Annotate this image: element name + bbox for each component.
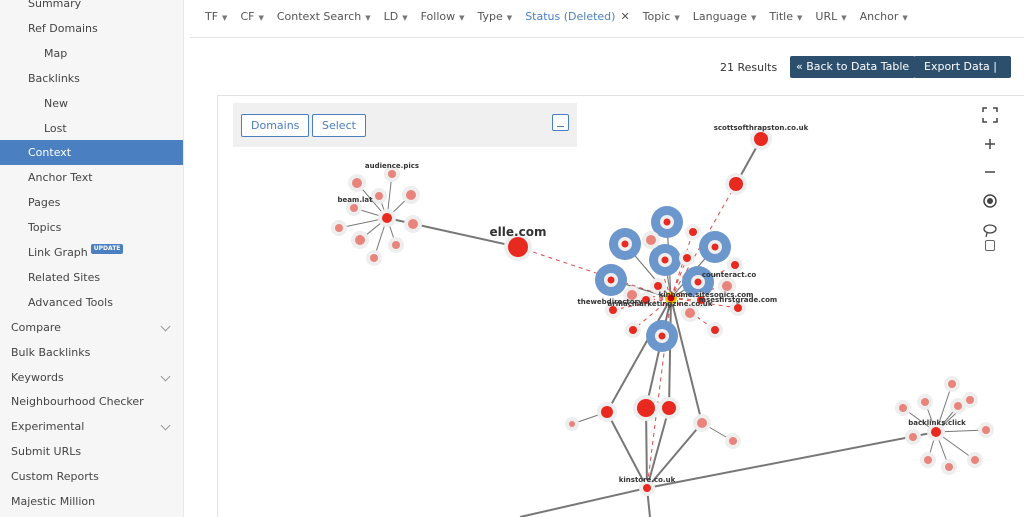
graph-edge-deleted xyxy=(517,246,672,299)
graph-node[interactable] xyxy=(899,404,907,412)
center-target-icon[interactable] xyxy=(982,193,998,209)
zoom-in-icon[interactable] xyxy=(982,136,998,152)
graph-node-beam[interactable] xyxy=(382,213,392,223)
node-label[interactable]: audience.pics xyxy=(365,162,419,170)
graph-node[interactable] xyxy=(683,254,691,262)
graph-node[interactable] xyxy=(350,204,358,212)
link-graph: scottsofthrapston.co.uk elle.com audience.… xyxy=(331,124,994,517)
graph-node[interactable] xyxy=(388,170,396,178)
node-label[interactable]: elle.com xyxy=(490,225,547,239)
node-label[interactable]: scottsofthrapston.co.uk xyxy=(714,124,809,132)
graph-node-elle[interactable] xyxy=(508,237,528,257)
node-core[interactable] xyxy=(658,332,666,340)
node-core[interactable] xyxy=(661,256,669,264)
graph-node[interactable] xyxy=(729,177,743,191)
graph-node[interactable] xyxy=(654,282,662,290)
graph-node[interactable] xyxy=(601,406,613,418)
graph-node[interactable] xyxy=(734,304,742,312)
graph-node[interactable] xyxy=(697,418,707,428)
node-label[interactable]: armacmarketingzine.co.uk xyxy=(608,300,713,308)
graph-node-backlinks[interactable] xyxy=(931,427,941,437)
graph-panel: Domains Select xyxy=(233,103,577,147)
graph-node[interactable] xyxy=(335,224,343,232)
node-core[interactable] xyxy=(694,278,702,286)
graph-node[interactable] xyxy=(685,308,695,318)
graph-node[interactable] xyxy=(629,326,637,334)
node-label[interactable]: kinstore.co.uk xyxy=(619,476,676,484)
node-core[interactable] xyxy=(663,218,671,226)
node-label[interactable]: backlinks.click xyxy=(908,419,966,427)
graph-node-kinstore[interactable] xyxy=(643,484,651,492)
graph-node[interactable] xyxy=(945,463,953,471)
select-checkbox[interactable] xyxy=(985,240,995,251)
zoom-out-icon[interactable] xyxy=(982,164,998,180)
domains-button[interactable]: Domains xyxy=(241,114,310,137)
node-core[interactable] xyxy=(621,240,629,248)
graph-node[interactable] xyxy=(646,235,656,245)
node-label[interactable]: beam.lat xyxy=(338,196,374,204)
graph-node[interactable] xyxy=(352,178,362,188)
graph-node[interactable] xyxy=(569,421,575,427)
graph-edge xyxy=(645,297,672,409)
lasso-icon[interactable] xyxy=(982,223,998,239)
graph-node[interactable] xyxy=(948,380,956,388)
graph-node[interactable] xyxy=(971,456,979,464)
graph-node[interactable] xyxy=(982,426,990,434)
graph-node[interactable] xyxy=(731,261,739,269)
graph-node[interactable] xyxy=(966,396,974,404)
graph-node[interactable] xyxy=(355,235,365,245)
graph-node[interactable] xyxy=(729,437,737,445)
graph-node-scotts[interactable] xyxy=(754,132,768,146)
graph-node[interactable] xyxy=(370,254,378,262)
graph-node[interactable] xyxy=(711,326,719,334)
minimize-panel-button[interactable] xyxy=(552,114,569,131)
node-label[interactable]: counteract.co xyxy=(702,271,756,279)
graph-node[interactable] xyxy=(408,219,418,229)
graph-node[interactable] xyxy=(637,399,655,417)
graph-node[interactable] xyxy=(924,456,932,464)
graph-edge xyxy=(519,487,648,517)
select-button[interactable]: Select xyxy=(312,114,366,137)
graph-node[interactable] xyxy=(375,192,383,200)
node-core[interactable] xyxy=(607,276,615,284)
graph-node[interactable] xyxy=(954,402,962,410)
graph-node[interactable] xyxy=(722,281,732,291)
graph-edge xyxy=(646,431,937,489)
graph-node[interactable] xyxy=(689,228,697,236)
graph-node[interactable] xyxy=(662,401,676,415)
graph-node[interactable] xyxy=(921,398,929,406)
graph-node[interactable] xyxy=(392,241,400,249)
graph-node[interactable] xyxy=(406,190,416,200)
node-core[interactable] xyxy=(711,243,719,251)
graph-node[interactable] xyxy=(909,433,917,441)
fullscreen-icon[interactable] xyxy=(982,107,998,123)
